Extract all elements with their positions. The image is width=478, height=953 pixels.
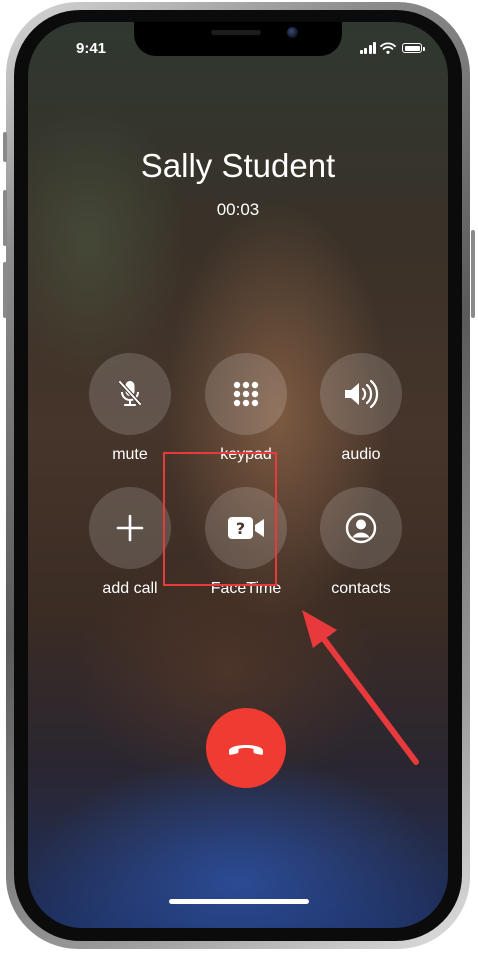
pointer-arrow-icon [302, 610, 419, 765]
